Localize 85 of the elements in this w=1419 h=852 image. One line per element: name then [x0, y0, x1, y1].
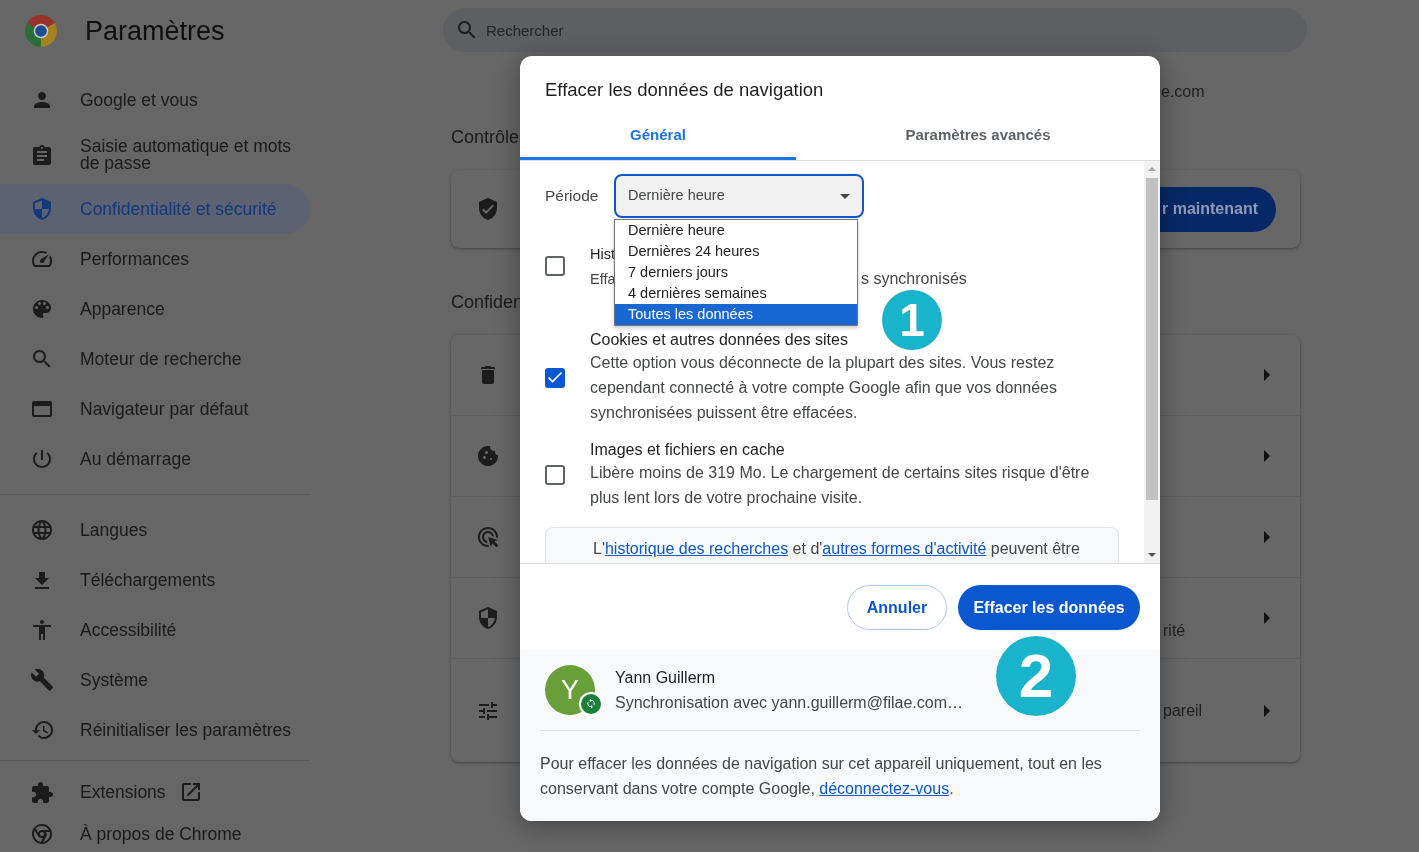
caret-down-icon	[840, 193, 850, 199]
sliders-icon	[479, 701, 497, 720]
account-name: Yann Guillerm	[615, 668, 716, 688]
cancel-button[interactable]: Annuler	[847, 585, 947, 630]
sidebar-item[interactable]: Moteur de recherche	[0, 334, 310, 384]
cookie-icon	[478, 445, 498, 467]
sidebar-item[interactable]: Navigateur par défaut	[0, 384, 310, 434]
dropdown-option[interactable]: Dernières 24 heures	[615, 241, 857, 262]
period-select[interactable]: Dernière heure	[614, 174, 864, 218]
sidebar-item[interactable]: Réinitialiser les paramètres	[0, 705, 310, 755]
scroll-down-icon	[1148, 553, 1156, 557]
option-title: Cookies et autres données des sites	[590, 330, 848, 350]
sidebar-item[interactable]: Performances	[0, 234, 310, 284]
download-icon	[35, 571, 49, 589]
option-description: Libère moins de 319 Mo. Le chargement de certains sites risque d'être plus lent lors de votre prochaine visite.	[590, 463, 1091, 508]
search-history-link[interactable]: historique des recherches	[604, 540, 789, 557]
checkbox[interactable]	[545, 255, 565, 276]
section-heading: Contrôle	[451, 126, 520, 148]
sidebar-item[interactable]: Apparence	[0, 284, 310, 334]
option-description: s synchronisés	[861, 269, 967, 289]
app-logo-icon	[32, 824, 52, 844]
sidebar-item[interactable]: Téléchargements	[0, 555, 310, 605]
row-subtitle: rité	[1163, 621, 1186, 641]
field-label: Période	[545, 186, 599, 207]
option-title: Images et fichiers en cache	[590, 440, 785, 460]
sign-out-link[interactable]: déconnectez-vous	[819, 780, 950, 797]
sidebar-item[interactable]: Google et vous	[0, 75, 310, 125]
checkmark-icon	[547, 372, 563, 383]
search-field[interactable]: Rechercher	[443, 8, 1307, 52]
sidebar-item[interactable]: Confidentialité et sécurité	[0, 184, 310, 234]
external-link-icon	[181, 783, 200, 801]
option-description: Effa	[590, 270, 616, 289]
caret-right-icon	[1264, 369, 1270, 381]
accessibility-icon	[33, 620, 51, 640]
dropdown-option[interactable]: Dernière heure	[615, 220, 857, 241]
search-icon	[33, 350, 51, 368]
trash-icon	[481, 366, 495, 384]
option-title: Hist	[590, 245, 615, 264]
sidebar-item[interactable]: Accessibilité	[0, 605, 310, 655]
scrollbar-thumb[interactable]	[1146, 178, 1158, 500]
globe-icon	[32, 520, 52, 540]
shield-icon	[479, 607, 497, 629]
sidebar-item[interactable]: Au démarrage	[0, 434, 310, 484]
checkbox[interactable]	[545, 465, 565, 485]
account-sync-status: Synchronisation avec yann.guillerm@filae.com…	[615, 693, 963, 713]
caret-right-icon	[1264, 704, 1270, 717]
shield-check-icon	[479, 198, 497, 220]
cursor-target-icon	[477, 526, 499, 548]
caret-right-icon	[1264, 531, 1270, 543]
dialog-title: Effacer les données de navigation	[545, 78, 824, 102]
caret-right-icon	[1264, 612, 1270, 624]
caret-right-icon	[1264, 450, 1270, 462]
page-title: Paramètres	[85, 15, 225, 47]
tab[interactable]: Général	[520, 113, 796, 160]
puzzle-icon	[31, 781, 53, 803]
palette-icon	[33, 300, 51, 318]
sync-badge-icon	[579, 692, 603, 716]
app-logo	[25, 15, 57, 47]
account-email-text: e.com	[1161, 82, 1205, 102]
sidebar-item[interactable]: Extensions	[0, 767, 310, 817]
sidebar-item[interactable]: Saisie automatique et mots de passe	[0, 125, 310, 184]
power-icon	[33, 450, 51, 468]
dropdown-option[interactable]: 7 derniers jours	[615, 262, 857, 283]
gauge-icon	[32, 251, 52, 267]
wrench-icon	[30, 669, 54, 691]
dropdown-option[interactable]: Toutes les données	[615, 304, 857, 325]
dropdown-option[interactable]: 4 dernières semaines	[615, 283, 857, 304]
history-icon	[31, 721, 53, 739]
clear-data-button[interactable]: Effacer les données	[958, 585, 1140, 630]
tab[interactable]: Paramètres avancés	[796, 113, 1160, 160]
activity-link[interactable]: autres formes d'activité	[822, 540, 987, 557]
option-description: Cette option vous déconnecte de la plupart des sites. Vous restez cependant connecté à votre compte Google afin que vos données synchronisées puissent être effacées.	[590, 353, 1058, 423]
row-title: pareil	[1163, 700, 1203, 721]
person-icon	[34, 92, 50, 108]
sidebar-item[interactable]: Langues	[0, 505, 310, 555]
info-text: L'historique des recherches et d'autres formes d'activité peuvent être	[593, 539, 1080, 559]
checkbox[interactable]	[545, 367, 565, 388]
shield-icon	[33, 198, 51, 220]
search-icon	[458, 21, 476, 39]
clipboard-icon	[33, 144, 51, 165]
footer-note: Pour effacer les données de navigation sur cet appareil uniquement, tout en les conservant dans votre compte Google, déconnectez-vous.	[540, 754, 1103, 799]
sidebar-item[interactable]: À propos de Chrome	[0, 817, 310, 851]
safety-check-button[interactable]: r maintenant	[1160, 186, 1276, 232]
browser-window-icon	[32, 401, 52, 417]
sidebar-item[interactable]: Système	[0, 655, 310, 705]
